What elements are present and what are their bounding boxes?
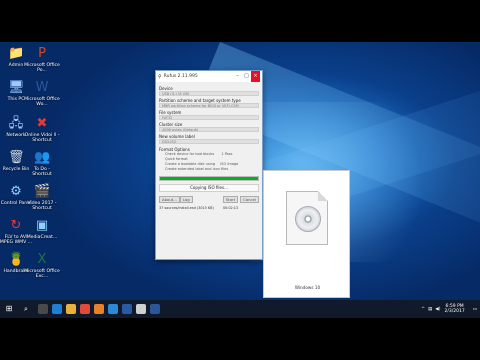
chevron-up-icon[interactable]: ^ bbox=[421, 307, 425, 312]
bootable-label: Create a bootable disk using bbox=[165, 162, 216, 166]
store-icon[interactable] bbox=[108, 304, 118, 314]
firefox-icon[interactable] bbox=[94, 304, 104, 314]
volume-label-input[interactable]: ESD-ISO bbox=[159, 139, 259, 144]
desktop-icon[interactable]: W Microsoft Office Wo... bbox=[24, 80, 60, 107]
page-fold bbox=[318, 191, 328, 201]
device-select[interactable]: USB (G:) [8 GB] bbox=[159, 91, 259, 96]
minimize-icon[interactable]: – bbox=[233, 71, 242, 82]
cluster-select[interactable]: 4096 bytes (Default) bbox=[159, 127, 259, 132]
rufus-window[interactable]: ⚲ Rufus 2.11.995 – □ × Device USB (G:) [… bbox=[155, 70, 263, 260]
desktop-icon-label: Microsoft Office Po... bbox=[24, 63, 60, 73]
screenshot: 📁 Admin P Microsoft Office Po... 🖥 This PC W Mi… bbox=[0, 0, 480, 360]
people-icon: 👥 bbox=[34, 150, 51, 165]
start-button[interactable]: Start bbox=[222, 196, 239, 203]
recycle-bin-icon: 🗑 bbox=[8, 150, 25, 165]
desktop-icon-label: To Do - Shortcut bbox=[32, 167, 52, 177]
letterbox-top bbox=[0, 0, 480, 42]
word-icon[interactable] bbox=[150, 304, 160, 314]
pinned-apps bbox=[38, 304, 164, 314]
usb-drive-icon: ⚲ bbox=[158, 73, 162, 80]
rufus-titlebar[interactable]: ⚲ Rufus 2.11.995 – □ × bbox=[156, 71, 262, 82]
control-panel-icon: ⚙ bbox=[10, 184, 22, 199]
task-view-icon[interactable] bbox=[38, 304, 48, 314]
file-explorer-icon[interactable] bbox=[66, 304, 76, 314]
rufus-icon[interactable] bbox=[136, 304, 146, 314]
status-footer: 37 sources/install.esd (3015 KB) 00:02:1… bbox=[159, 206, 259, 210]
search-icon[interactable]: ⌕ bbox=[16, 303, 36, 315]
word-icon: W bbox=[35, 80, 49, 95]
clock[interactable]: 6:59 PM 2/3/2017 bbox=[445, 304, 465, 314]
photoshop-icon[interactable] bbox=[122, 304, 132, 314]
handbrake-icon: 🍍 bbox=[8, 252, 25, 267]
computer-icon: 🖥 bbox=[8, 80, 25, 95]
disc-icon bbox=[295, 206, 321, 232]
video-shortcut-icon: 🎬 bbox=[34, 184, 51, 199]
taskbar: ⊞ ⌕ ^ ▤ ◀) 6:59 PM 2/3/2017 ▭ bbox=[0, 300, 480, 318]
bad-blocks-passes[interactable]: 1 Pass bbox=[221, 152, 232, 156]
edge-icon[interactable] bbox=[52, 304, 62, 314]
desktop-icon[interactable]: P Microsoft Office Po... bbox=[24, 46, 60, 73]
volume-icon[interactable]: ◀) bbox=[435, 307, 440, 312]
desktop-icon[interactable]: ▣ MediaCreat... bbox=[24, 218, 60, 240]
filesystem-select[interactable]: FAT32 bbox=[159, 115, 259, 120]
media-creation-icon: ▣ bbox=[35, 218, 49, 233]
desktop-icon-label: Online Vidoi ll - Shortcut bbox=[24, 133, 60, 143]
user-folder-icon: 📁 bbox=[8, 46, 25, 61]
powerpoint-icon: P bbox=[38, 46, 46, 61]
close-icon[interactable]: × bbox=[251, 71, 260, 82]
partition-select[interactable]: MBR partition scheme for BIOS or UEFI-CS… bbox=[159, 103, 259, 108]
rufus-body: Device USB (G:) [8 GB] Partition scheme … bbox=[156, 82, 262, 212]
notifications-icon[interactable]: ▭ bbox=[473, 307, 477, 312]
excel-icon: X bbox=[37, 252, 47, 267]
boot-type-select[interactable]: ISO Image bbox=[220, 162, 238, 166]
status-text: Copying ISO files... bbox=[159, 184, 259, 192]
shortcut-x-icon: ✖ bbox=[36, 116, 48, 131]
system-tray: ^ ▤ ◀) 6:59 PM 2/3/2017 ▭ bbox=[418, 304, 480, 314]
chrome-icon[interactable] bbox=[80, 304, 90, 314]
progress-fill bbox=[160, 177, 258, 180]
desktop-icon[interactable]: 🎬 Video 2017 - Shortcut bbox=[24, 184, 60, 211]
desktop-icon-label: Video 2017 - Shortcut bbox=[27, 201, 57, 211]
extended-label-checkbox[interactable]: Create extended label and icon files bbox=[159, 167, 259, 172]
maximize-icon[interactable]: □ bbox=[242, 71, 251, 82]
desktop-icon-label: MediaCreat... bbox=[26, 235, 58, 240]
windows-start-icon[interactable]: ⊞ bbox=[3, 303, 15, 315]
window-title: Rufus 2.11.995 bbox=[163, 74, 198, 79]
bad-blocks-label: Check device for bad blocks bbox=[165, 152, 215, 156]
desktop-icon-label: Microsoft Office Wo... bbox=[24, 97, 60, 107]
clock-date: 2/3/2017 bbox=[444, 309, 465, 314]
about-button[interactable]: About... bbox=[159, 196, 180, 203]
log-button[interactable]: Log bbox=[179, 196, 193, 203]
cancel-button[interactable]: Cancel bbox=[240, 196, 259, 203]
desktop-icon[interactable]: 👥 To Do - Shortcut bbox=[24, 150, 60, 177]
desktop-icon-label: Microsoft Office Exc... bbox=[24, 269, 60, 279]
desktop-icon[interactable]: ✖ Online Vidoi ll - Shortcut bbox=[24, 116, 60, 143]
elapsed-time: 00:02:13 bbox=[222, 206, 239, 210]
button-row: About... Log Start Cancel bbox=[159, 196, 259, 203]
iso-file-name: Windows 10 bbox=[294, 285, 321, 290]
disc-image-icon bbox=[286, 191, 328, 245]
current-file: 37 sources/install.esd (3015 KB) bbox=[159, 206, 214, 210]
letterbox-bottom bbox=[0, 318, 480, 360]
progress-bar bbox=[159, 176, 259, 181]
network-icon[interactable]: ▤ bbox=[428, 307, 432, 312]
network-icon: 🖧 bbox=[8, 116, 24, 131]
iso-file-preview[interactable]: Windows 10 bbox=[263, 170, 350, 298]
converter-icon: ↻ bbox=[10, 218, 22, 233]
desktop: 📁 Admin P Microsoft Office Po... 🖥 This PC W Mi… bbox=[0, 42, 480, 300]
desktop-icon[interactable]: X Microsoft Office Exc... bbox=[24, 252, 60, 279]
